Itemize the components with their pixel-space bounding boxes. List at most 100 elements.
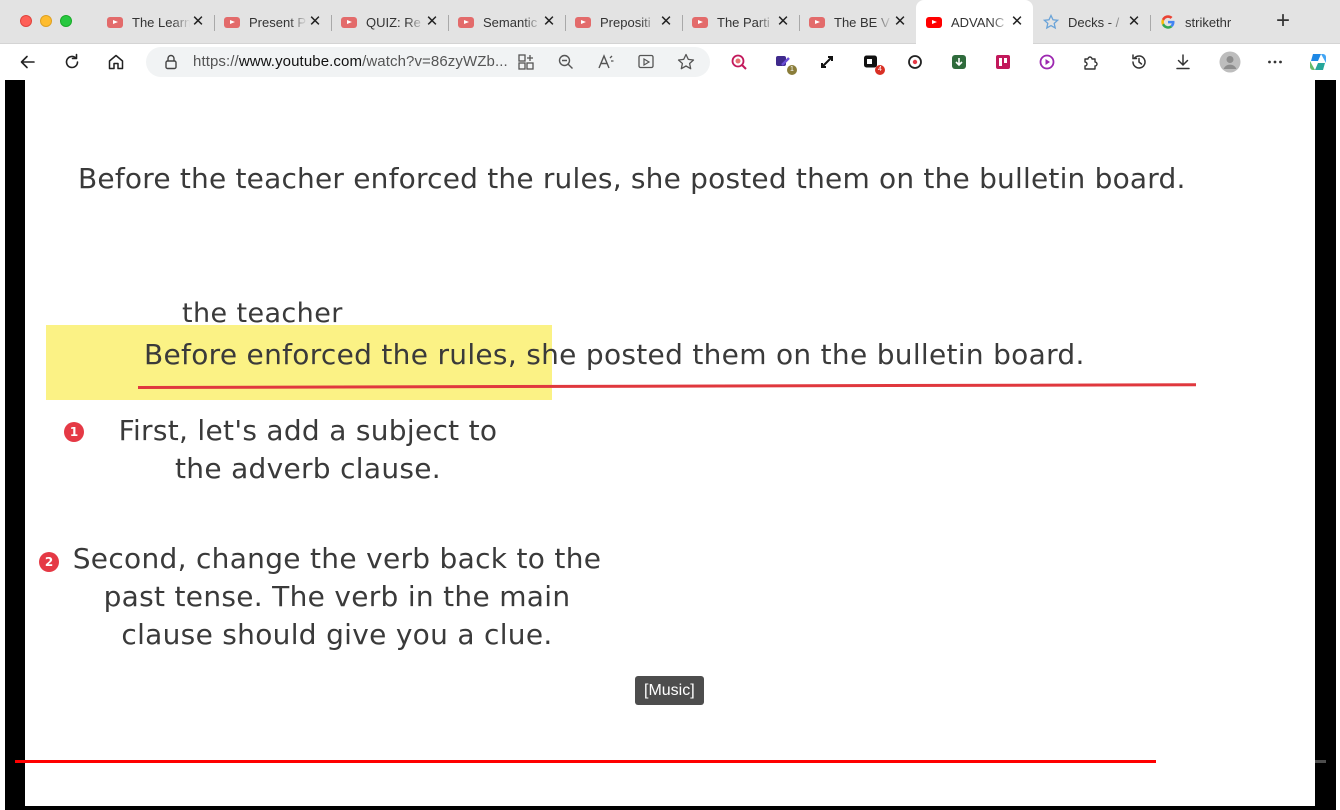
browser-tab[interactable]: Decks - / ✕ <box>1033 0 1150 44</box>
immersive-reader-icon[interactable] <box>636 52 656 72</box>
tab-title: The Learn <box>132 14 190 30</box>
edited-sentence-part: Before enforced <box>144 338 373 371</box>
extension-badge: 1 <box>787 65 797 75</box>
browser-tab-active[interactable]: ADVANC ✕ <box>916 0 1033 44</box>
browser-toolbar: https://www.youtube.com/watch?v=86zyWZb.… <box>0 44 1340 80</box>
inserted-subject-text: the teacher <box>182 298 343 329</box>
tab-title: ADVANC <box>951 14 1005 30</box>
download-extension-icon <box>952 55 966 69</box>
youtube-icon <box>692 14 708 30</box>
puzzle-icon <box>1084 56 1098 70</box>
original-sentence: Before the teacher enforced the rules, s… <box>78 162 1186 195</box>
history-button[interactable] <box>1125 48 1153 76</box>
tab-title: Semantic <box>483 14 538 30</box>
zoom-out-icon[interactable] <box>556 52 576 72</box>
arrows-extension-icon <box>821 56 833 68</box>
favorite-star-icon[interactable] <box>676 52 696 72</box>
copilot-icon <box>1310 54 1326 70</box>
magnifier-extension-icon <box>731 54 747 70</box>
reload-button[interactable] <box>58 48 86 76</box>
back-arrow-icon <box>20 55 35 69</box>
more-menu-button[interactable] <box>1261 48 1289 76</box>
youtube-icon <box>341 14 357 30</box>
close-tab-icon[interactable]: ✕ <box>307 14 323 30</box>
google-icon <box>1160 14 1176 30</box>
youtube-icon <box>458 14 474 30</box>
tab-title: Decks - / <box>1068 14 1120 30</box>
youtube-icon <box>575 14 591 30</box>
history-icon <box>1132 54 1146 69</box>
browser-tab[interactable]: QUIZ: Re ✕ <box>331 0 448 44</box>
close-tab-icon[interactable]: ✕ <box>658 14 674 30</box>
browser-tab[interactable]: Semantic ✕ <box>448 0 565 44</box>
tab-title: The Parti <box>717 14 770 30</box>
read-aloud-icon[interactable] <box>596 52 616 72</box>
lock-icon[interactable] <box>162 53 180 71</box>
close-tab-icon[interactable]: ✕ <box>424 14 440 30</box>
edited-sentence: Before enforced the rules, she posted th… <box>144 338 1085 371</box>
extension-button[interactable] <box>813 48 841 76</box>
tab-title: QUIZ: Re <box>366 14 421 30</box>
app-available-icon[interactable] <box>516 52 536 72</box>
download-icon <box>1176 54 1190 70</box>
minimize-window-button[interactable] <box>40 15 52 27</box>
youtube-icon <box>926 14 942 30</box>
edited-sentence-part: the rules <box>372 338 508 371</box>
back-button[interactable] <box>14 48 42 76</box>
tab-list: The Learn ✕ Present P ✕ QUIZ: Re ✕ Seman… <box>97 0 1267 44</box>
closed-caption: [Music] <box>635 676 704 705</box>
maximize-window-button[interactable] <box>60 15 72 27</box>
downloads-button[interactable] <box>1169 48 1197 76</box>
close-tab-icon[interactable]: ✕ <box>775 14 791 30</box>
tab-title: strikethr <box>1185 14 1232 30</box>
url-text[interactable]: https://www.youtube.com/watch?v=86zyWZb.… <box>193 53 508 70</box>
video-progress-fill <box>15 760 1156 763</box>
step-number-badge: 1 <box>64 422 84 442</box>
browser-tab[interactable]: The Learn ✕ <box>97 0 214 44</box>
extension-button[interactable] <box>945 48 973 76</box>
close-tab-icon[interactable]: ✕ <box>190 14 206 30</box>
extension-button[interactable] <box>1033 48 1061 76</box>
browser-tab[interactable]: strikethr <box>1150 0 1267 44</box>
address-bar[interactable]: https://www.youtube.com/watch?v=86zyWZb.… <box>146 47 710 77</box>
recorder-extension-icon <box>908 55 922 69</box>
close-tab-icon[interactable]: ✕ <box>1009 14 1025 30</box>
home-button[interactable] <box>102 48 130 76</box>
extension-badge: 4 <box>875 65 885 75</box>
close-window-button[interactable] <box>20 15 32 27</box>
tab-title: The BE V <box>834 14 890 30</box>
star-icon <box>1043 14 1059 30</box>
home-icon <box>108 54 124 70</box>
browser-tab[interactable]: The Parti ✕ <box>682 0 799 44</box>
extension-button[interactable] <box>901 48 929 76</box>
step-instruction: First, let's add a subject to the adverb… <box>118 414 498 485</box>
video-progress-bar[interactable] <box>15 760 1326 763</box>
copilot-button[interactable] <box>1304 48 1332 76</box>
play-extension-icon <box>1039 54 1055 70</box>
tab-title: Prepositi <box>600 14 651 30</box>
extension-button[interactable]: 1 <box>769 48 797 76</box>
profile-button[interactable] <box>1216 48 1244 76</box>
new-tab-button[interactable]: + <box>1272 9 1294 33</box>
close-tab-icon[interactable]: ✕ <box>541 14 557 30</box>
reload-icon <box>65 53 79 69</box>
close-tab-icon[interactable]: ✕ <box>1126 14 1142 30</box>
browser-tab[interactable]: The BE V ✕ <box>799 0 916 44</box>
browser-tab[interactable]: Present P ✕ <box>214 0 331 44</box>
extension-button[interactable] <box>725 48 753 76</box>
browser-tab-strip: The Learn ✕ Present P ✕ QUIZ: Re ✕ Seman… <box>0 0 1340 44</box>
extensions-button[interactable] <box>1077 48 1105 76</box>
ellipsis-icon <box>1268 60 1282 64</box>
step-instruction: Second, change the verb back to the past… <box>72 542 602 651</box>
edited-sentence-part: , she posted them on the bulletin board. <box>507 338 1085 371</box>
avatar-icon <box>1219 51 1241 73</box>
extension-button[interactable]: 4 <box>857 48 885 76</box>
youtube-icon <box>809 14 825 30</box>
browser-tab[interactable]: Prepositi ✕ <box>565 0 682 44</box>
extension-button[interactable] <box>989 48 1017 76</box>
youtube-icon <box>224 14 240 30</box>
window-controls <box>20 15 72 27</box>
tab-title: Present P <box>249 14 307 30</box>
youtube-icon <box>107 14 123 30</box>
close-tab-icon[interactable]: ✕ <box>892 14 908 30</box>
